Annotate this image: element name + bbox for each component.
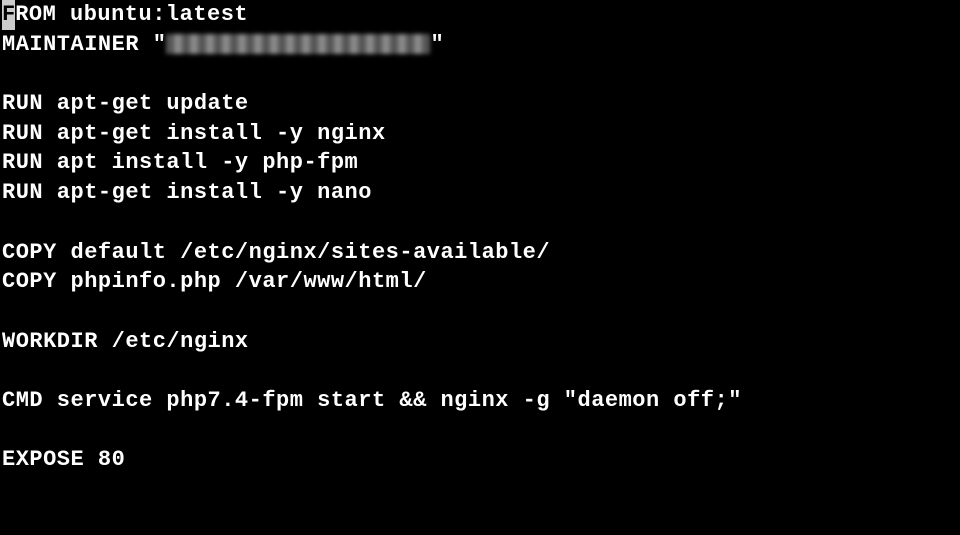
file-line: [2, 416, 960, 446]
file-line: RUN apt-get update: [2, 89, 960, 119]
file-line: RUN apt-get install -y nano: [2, 178, 960, 208]
file-line: [2, 59, 960, 89]
file-line: [2, 208, 960, 238]
file-line-text: ROM ubuntu:latest: [15, 2, 248, 27]
file-line: CMD service php7.4-fpm start && nginx -g…: [2, 386, 960, 416]
file-line-suffix: ": [430, 32, 444, 57]
file-line-prefix: MAINTAINER ": [2, 32, 166, 57]
file-line: EXPOSE 80: [2, 445, 960, 475]
file-line: RUN apt-get install -y nginx: [2, 119, 960, 149]
file-line: COPY default /etc/nginx/sites-available/: [2, 238, 960, 268]
file-line: [2, 297, 960, 327]
file-line: [2, 356, 960, 386]
file-line: MAINTAINER " ": [2, 30, 960, 60]
redacted-text: [166, 34, 430, 54]
file-line: WORKDIR /etc/nginx: [2, 327, 960, 357]
file-line: FROM ubuntu:latest: [2, 0, 960, 30]
text-cursor: F: [2, 0, 15, 30]
terminal-editor[interactable]: FROM ubuntu:latestMAINTAINER "" RUN apt-…: [2, 0, 960, 475]
file-line: COPY phpinfo.php /var/www/html/: [2, 267, 960, 297]
file-line: RUN apt install -y php-fpm: [2, 148, 960, 178]
